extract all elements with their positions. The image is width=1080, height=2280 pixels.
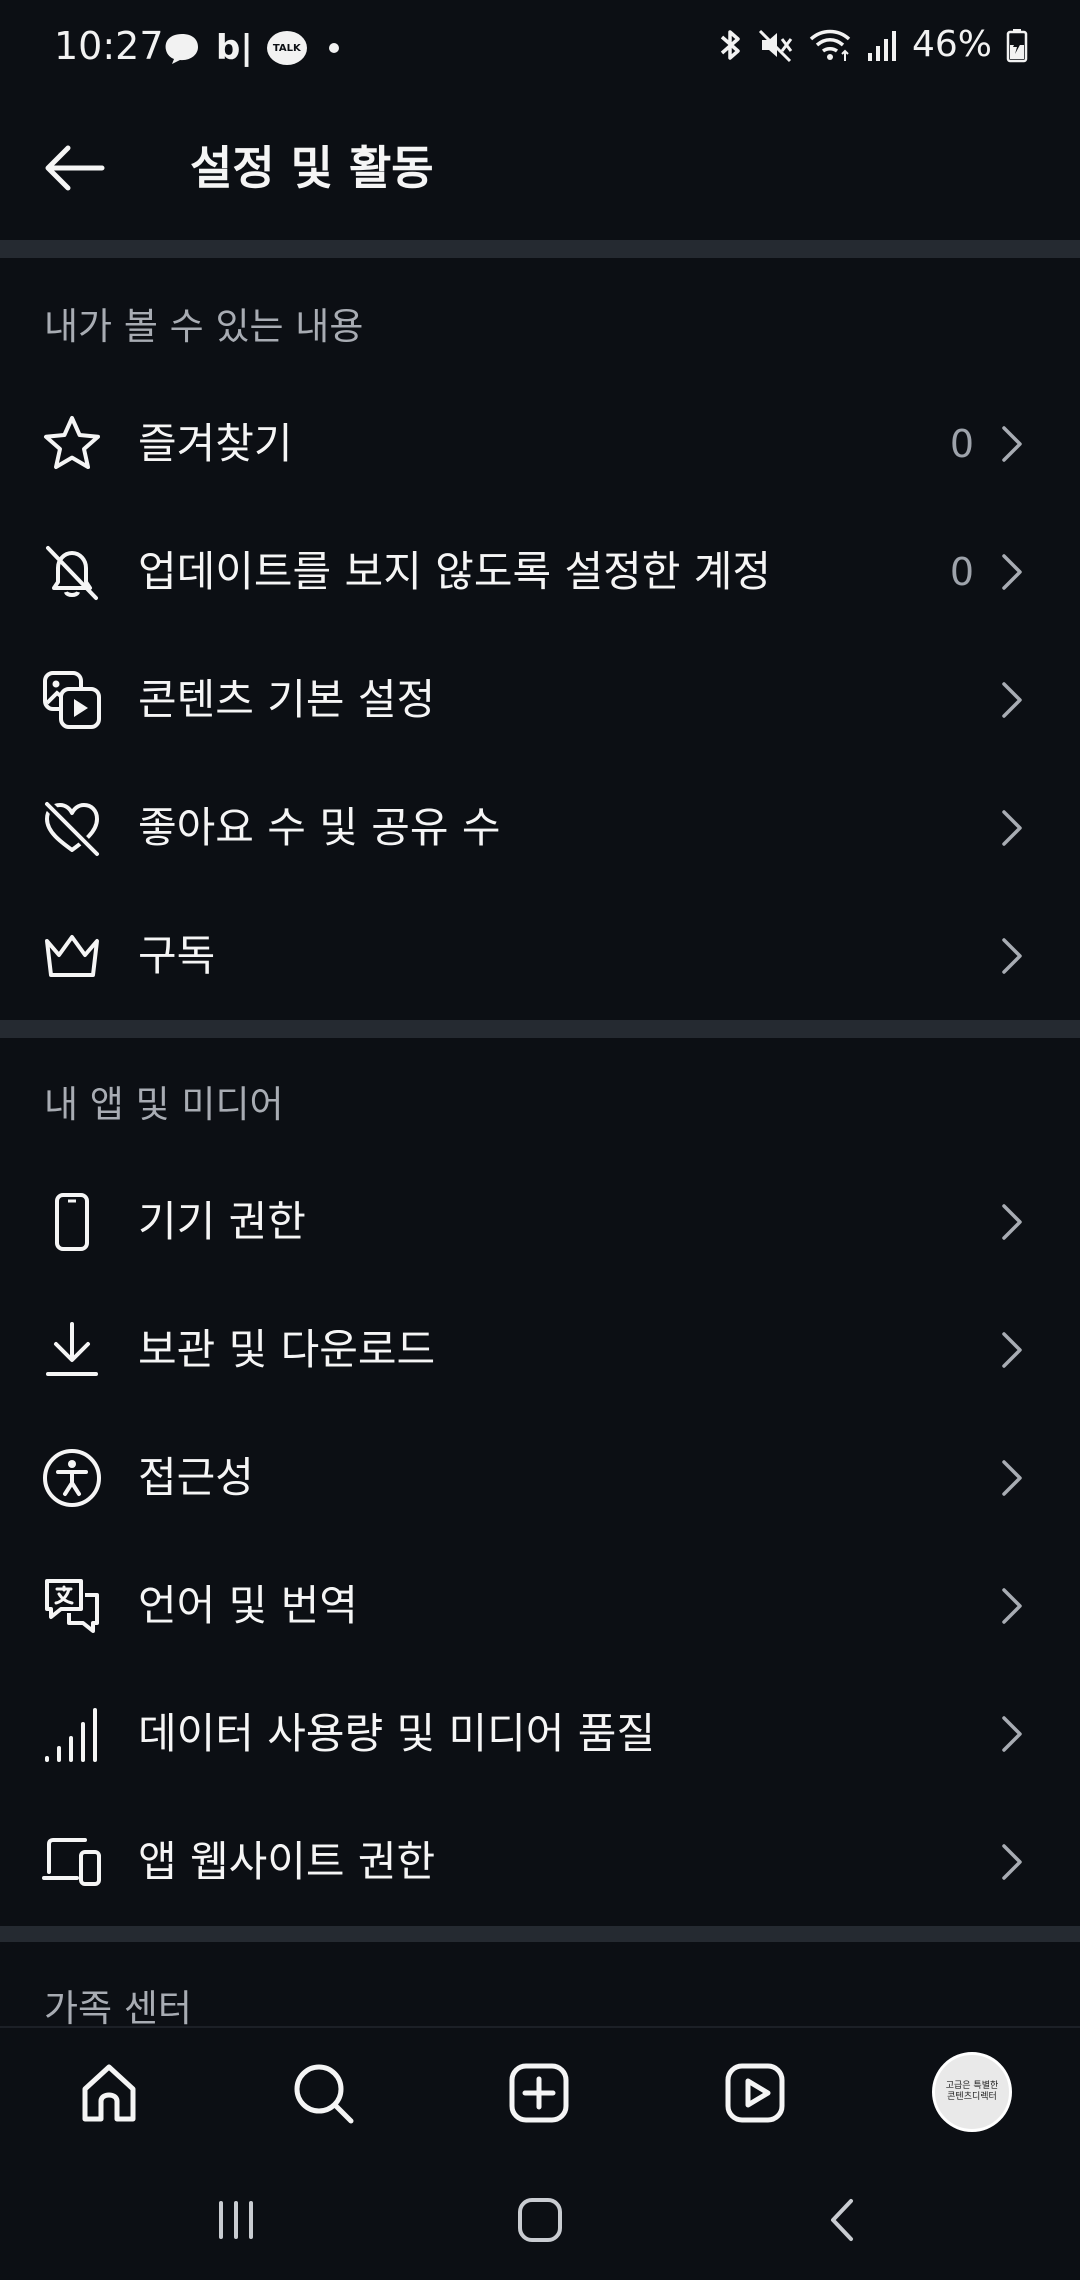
recent-apps-icon [219,2201,253,2239]
wifi-icon [809,29,851,61]
row-content-preferences[interactable]: 콘텐츠 기본 설정 [0,636,1080,764]
row-device-permissions[interactable]: 기기 권한 [0,1158,1080,1286]
signal-bars-icon [40,1702,104,1766]
chevron-right-icon [1002,682,1022,718]
chevron-right-icon [1002,1204,1022,1240]
home-button[interactable] [510,2190,570,2250]
chevron-right-icon [1002,1716,1022,1752]
row-muted-accounts[interactable]: 업데이트를 보지 않도록 설정한 계정 0 [0,508,1080,636]
create-icon [509,2063,569,2123]
status-notification-icons: b| TALK [162,30,339,66]
bell-off-icon [40,540,104,604]
row-favorites[interactable]: 즐겨찾기 0 [0,380,1080,508]
chevron-right-icon [1002,938,1022,974]
row-app-website-permissions[interactable]: 앱 웹사이트 권한 [0,1798,1080,1926]
phone-icon [40,1190,104,1254]
section-title-what-you-see: 내가 볼 수 있는 내용 [44,305,364,348]
bluetooth-icon [720,29,740,60]
media-icon [40,668,104,732]
status-bar: 10:27 b| TALK 46% [0,0,1080,100]
profile-avatar[interactable]: 고급은 특별한 콘텐츠디렉터 [932,2052,1012,2132]
row-archive-download[interactable]: 보관 및 다운로드 [0,1286,1080,1414]
chevron-right-icon [1002,554,1022,590]
avatar-text: 콘텐츠디렉터 [947,2092,997,2102]
thread-chat-icon [165,34,198,64]
row-label: 좋아요 수 및 공유 수 [138,803,501,852]
kakaotalk-icon: TALK [266,31,307,65]
chevron-right-icon [1002,810,1022,846]
arrow-left-icon [45,145,105,191]
row-accessibility[interactable]: 접근성 [0,1414,1080,1542]
chevron-right-icon [1002,426,1022,462]
row-count: 0 [949,422,974,466]
chevron-right-icon [1002,1332,1022,1368]
row-data-usage[interactable]: 데이터 사용량 및 미디어 품질 [0,1670,1080,1798]
mute-icon [758,29,793,62]
row-label: 구독 [138,931,216,980]
accessibility-icon [40,1446,104,1510]
heart-off-icon [40,796,104,860]
row-label: 콘텐츠 기본 설정 [138,675,436,724]
row-like-share-counts[interactable]: 좋아요 수 및 공유 수 [0,764,1080,892]
row-label: 보관 및 다운로드 [138,1325,436,1374]
row-label: 업데이트를 보지 않도록 설정한 계정 [138,547,772,596]
status-system-icons: 46% [716,24,1028,65]
home-button-icon [518,2198,562,2242]
row-subscriptions[interactable]: 구독 [0,892,1080,1020]
signal-icon [867,30,896,61]
system-back-button[interactable] [814,2190,874,2250]
row-label: 앱 웹사이트 권한 [138,1837,436,1886]
row-label: 즐겨찾기 [138,419,293,468]
battery-icon [1006,28,1028,62]
notification-dot-icon [328,43,339,53]
row-label: 데이터 사용량 및 미디어 품질 [138,1709,656,1758]
section-title-apps-media: 내 앱 및 미디어 [44,1083,284,1126]
blog-b-icon: b| [216,28,253,68]
system-navigation-bar [0,2156,1080,2280]
row-count: 0 [949,550,974,594]
reels-icon [725,2063,785,2123]
translate-icon [40,1574,104,1638]
recent-apps-button[interactable] [206,2190,266,2250]
star-icon [40,412,104,476]
devices-icon [40,1830,104,1894]
search-icon [294,2064,354,2124]
section-divider [0,1020,1080,1038]
row-label: 기기 권한 [138,1197,306,1246]
nav-create[interactable] [504,2058,574,2128]
back-button-icon [831,2199,853,2241]
row-label: 접근성 [138,1453,254,1502]
chevron-right-icon [1002,1588,1022,1624]
avatar-text: 고급은 특별한 [945,2081,999,2091]
row-label: 언어 및 번역 [138,1581,358,1630]
nav-home[interactable] [74,2058,144,2128]
nav-reels[interactable] [720,2058,790,2128]
section-title-family-center: 가족 센터 [44,1987,192,2030]
section-divider [0,240,1080,258]
page-title: 설정 및 활동 [190,141,434,195]
back-button[interactable] [36,130,112,206]
download-icon [40,1318,104,1382]
chevron-right-icon [1002,1844,1022,1880]
home-icon [82,2064,136,2122]
chevron-right-icon [1002,1460,1022,1496]
battery-percent: 46% [911,24,992,65]
section-divider [0,1926,1080,1942]
bottom-navigation: 고급은 특별한 콘텐츠디렉터 [0,2026,1080,2156]
top-header: 설정 및 활동 [0,110,1080,238]
row-language-translation[interactable]: 언어 및 번역 [0,1542,1080,1670]
nav-search[interactable] [288,2058,358,2128]
status-time: 10:27 [54,24,164,68]
crown-icon [40,924,104,988]
